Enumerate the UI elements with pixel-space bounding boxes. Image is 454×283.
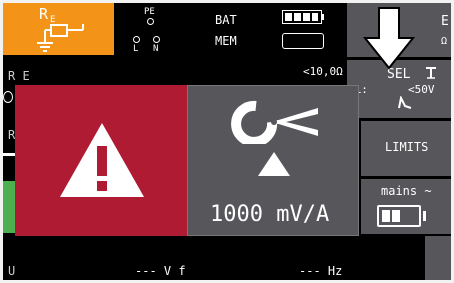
status-bar-green — [3, 181, 15, 233]
limits-softkey[interactable]: LIMITS — [361, 121, 451, 176]
warning-triangle-icon — [60, 123, 144, 197]
conn-pe-terminal-icon — [147, 18, 154, 25]
instrument-screen: R E PE L N BAT MEM E Ω SEL LIMITS mains … — [3, 3, 451, 280]
voltage-frequency-readout: --- V f — [135, 264, 186, 278]
measurement-label-re: R E — [8, 69, 30, 83]
mains-softkey[interactable]: mains ~ — [361, 179, 451, 234]
up-arrow-icon — [258, 152, 290, 176]
earth-resistance-icon — [37, 24, 84, 52]
clamp-info-panel: 1000 mV/A — [187, 85, 359, 236]
memory-status-icon — [282, 33, 324, 49]
conn-pe-label: PE — [144, 7, 155, 17]
mains-battery-icon — [377, 205, 426, 227]
status-separator — [3, 153, 15, 156]
clamp-ratio-value: 1000 mV/A — [210, 202, 330, 227]
mode-label-main: R — [39, 5, 49, 23]
limits-softkey-label: LIMITS — [385, 140, 429, 154]
conn-l-label: L — [133, 44, 139, 54]
softkey-top-text: E — [441, 14, 449, 29]
sensor-probe-icon — [426, 67, 436, 79]
left-side-marker — [3, 91, 13, 103]
ul-value: <50V — [408, 83, 435, 96]
conn-n-label: N — [153, 44, 159, 54]
bat-label: BAT — [215, 13, 237, 27]
mode-indicator[interactable]: R E — [3, 3, 114, 55]
softkey-bottom[interactable] — [425, 236, 451, 280]
battery-status-icon — [282, 10, 324, 24]
mains-softkey-label: mains ~ — [381, 184, 432, 198]
frequency-readout: --- Hz — [299, 264, 343, 278]
current-clamp-icon — [231, 100, 318, 144]
waveform-icon — [398, 96, 412, 109]
conn-n-terminal-icon — [153, 36, 160, 43]
bottom-u-label: U — [8, 264, 16, 278]
conn-l-terminal-icon — [133, 36, 140, 43]
down-arrow-pointer-icon — [363, 7, 415, 70]
mem-label: MEM — [215, 34, 237, 48]
limit-value: <10,0Ω — [303, 65, 343, 78]
softkey-top-unit: Ω — [441, 36, 448, 47]
warning-panel — [15, 85, 187, 236]
